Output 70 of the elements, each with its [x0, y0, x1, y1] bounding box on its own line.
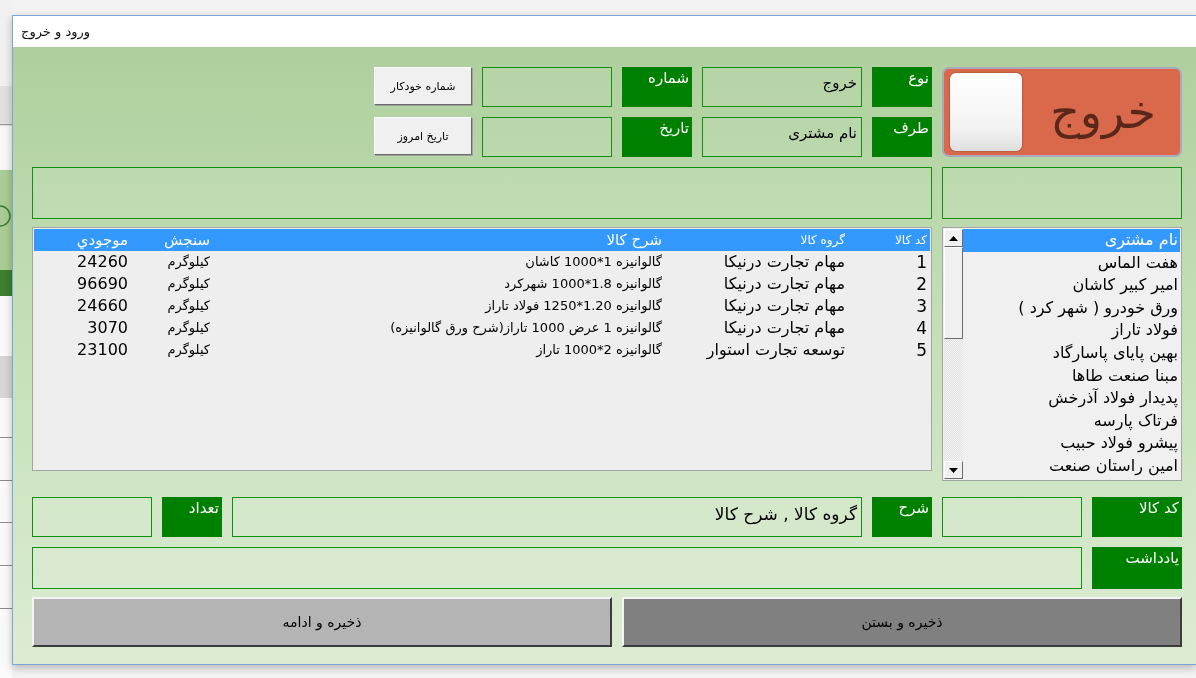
table-cell: گالوانیزه 2*1000 تاراز [536, 342, 662, 358]
table-cell: مهام تجارت درنیکا [723, 274, 845, 294]
table-cell: کیلوگرم [167, 320, 210, 336]
list-item[interactable]: فولاد تاراز [963, 319, 1180, 342]
scrollbar-thumb[interactable] [944, 247, 963, 339]
table-cell: گالوانیزه 1 عرض 1000 تاراز(شرح ورق گالوانیزه) [390, 320, 662, 336]
column-header: موجودي [76, 231, 128, 249]
field-label: نوع [872, 67, 932, 107]
auto-number-button[interactable]: شماره خودکار [374, 67, 472, 105]
text-field[interactable] [942, 167, 1182, 219]
table-cell: توسعه تجارت استوار [706, 340, 845, 360]
table-cell: کیلوگرم [167, 342, 210, 358]
table-cell: کیلوگرم [167, 254, 210, 270]
field-label: طرف [872, 117, 932, 157]
table-cell: مهام تجارت درنیکا [723, 252, 845, 272]
text-field[interactable] [482, 117, 612, 157]
field-label: تاریخ [622, 117, 692, 157]
list-item[interactable]: امیر کبیر کاشان [963, 274, 1180, 297]
table-cell: 24660 [77, 296, 128, 316]
table-cell: 3070 [87, 318, 128, 338]
table-cell: 2 [916, 273, 927, 295]
column-header: سنجش [164, 231, 210, 249]
up-triangle-icon [949, 235, 958, 241]
text-field[interactable] [482, 67, 612, 107]
scroll-up-button[interactable] [944, 229, 963, 247]
table-cell: کیلوگرم [167, 298, 210, 314]
field-label: شماره [622, 67, 692, 107]
field-label: کد کالا [1092, 497, 1182, 537]
text-field[interactable]: خروج [702, 67, 862, 107]
list-item[interactable]: امین راستان صنعت [963, 454, 1180, 478]
table-cell: کیلوگرم [167, 276, 210, 292]
today-date-button[interactable]: تاریخ امروز [374, 117, 472, 155]
column-header: شرح کالا [606, 231, 662, 249]
column-header: کد کالا [894, 232, 927, 248]
table-cell: 24260 [77, 252, 128, 272]
table-cell: 4 [916, 317, 927, 339]
table-cell: گالوانیزه 1.8*1000 شهرکرد [504, 276, 662, 292]
list-item[interactable]: ورق خودرو ( شهر کرد ) [963, 296, 1180, 320]
text-field[interactable] [32, 547, 1082, 589]
window-title: ورود و خروج [21, 24, 91, 39]
list-item[interactable]: هفت الماس [963, 251, 1180, 275]
table-cell: 96690 [77, 274, 128, 294]
table-cell: مهام تجارت درنیکا [723, 296, 845, 316]
text-field[interactable]: نام مشتری [702, 117, 862, 157]
table-cell: گالوانیزه 1.20*1250 فولاد تاراز [485, 298, 662, 314]
field-label: شرح [872, 497, 932, 537]
list-item[interactable]: بهین پایای پاسارگاد [963, 341, 1180, 365]
text-field[interactable] [32, 497, 152, 537]
table-cell: 5 [916, 339, 927, 361]
list-item[interactable]: پدیدار فولاد آذرخش [963, 387, 1180, 410]
column-header: گروه کالا [800, 232, 845, 248]
field-label: یادداشت [1092, 547, 1182, 589]
text-field[interactable] [32, 167, 932, 219]
customer-list[interactable]: نام مشتری هفت الماس امیر کبیر کاشان ورق خودرو ( شهر کرد ) فولاد تاراز بهین پایای پاسارگاد مبنا صنعت طاها پدیدار فولاد آذرخش فرتاک پارسه پیشرو فولاد حبیب امین راستان صنعت [942, 227, 1182, 481]
save-button[interactable]: ذخیره و بستن [622, 597, 1182, 647]
list-item[interactable]: پیشرو فولاد حبیب [963, 432, 1180, 455]
list-item[interactable]: فرتاک پارسه [963, 409, 1180, 433]
scroll-down-button[interactable] [944, 461, 963, 479]
table-cell: گالوانیزه 1*1000 کاشان [525, 254, 662, 270]
text-field[interactable] [942, 497, 1082, 537]
table-cell: مهام تجارت درنیکا [723, 318, 845, 338]
table-cell: 3 [916, 295, 927, 317]
toggle-knob-icon [950, 73, 1022, 151]
table-cell: 23100 [77, 340, 128, 360]
text-field[interactable]: گروه کالا , شرح کالا [232, 497, 862, 537]
field-label: تعداد [162, 497, 222, 537]
save-button[interactable]: ذخیره و ادامه [32, 597, 612, 647]
down-triangle-icon [949, 467, 958, 473]
list-item[interactable]: مبنا صنعت طاها [963, 364, 1180, 388]
table-cell: 1 [916, 251, 927, 273]
